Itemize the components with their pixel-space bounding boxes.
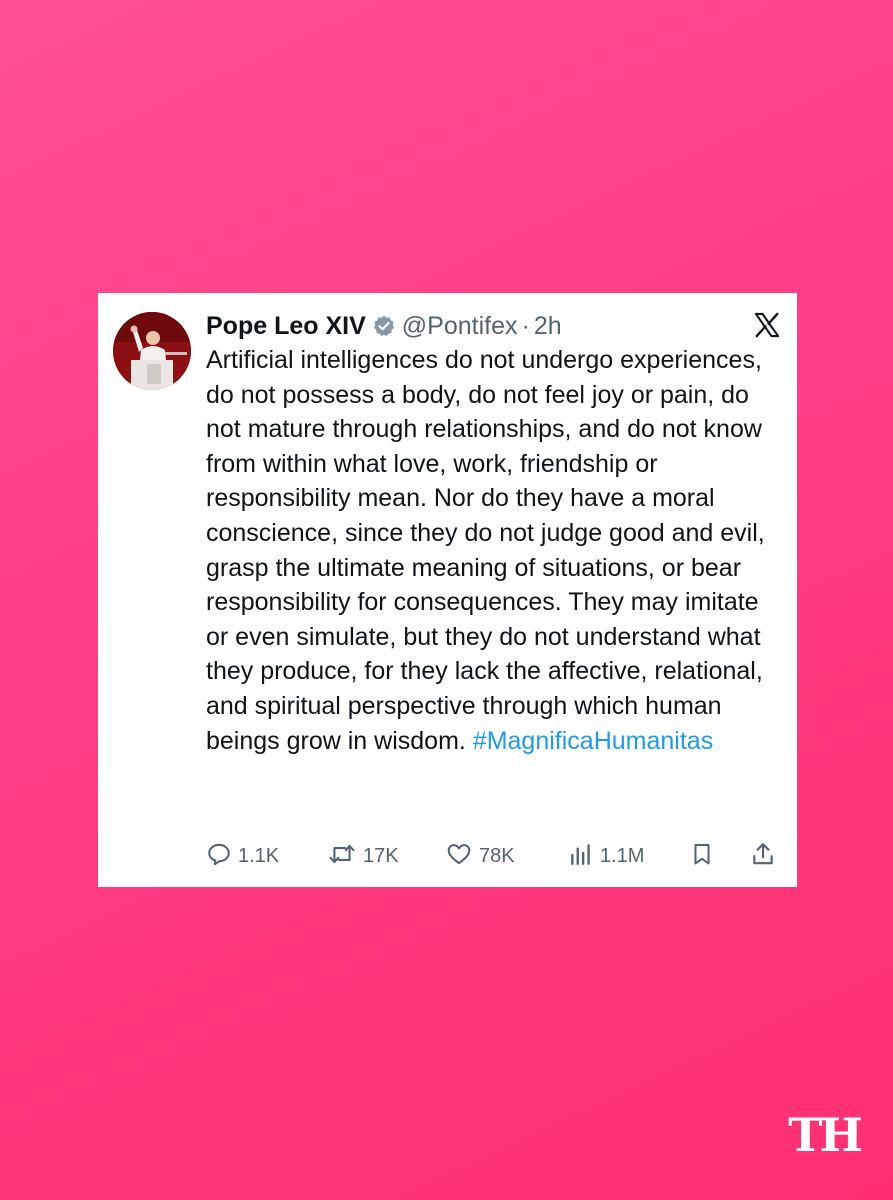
- repost-icon: [327, 841, 357, 872]
- x-logo-icon: [753, 311, 781, 339]
- views-chart-icon: [568, 841, 594, 872]
- reply-count: 1.1K: [238, 844, 280, 867]
- display-name[interactable]: Pope Leo XIV: [206, 312, 366, 341]
- hashtag-link[interactable]: #MagnificaHumanitas: [473, 727, 713, 755]
- like-button[interactable]: 78K: [445, 839, 515, 873]
- reply-icon: [206, 841, 232, 872]
- share-icon: [750, 841, 776, 872]
- bookmark-icon: [690, 841, 714, 872]
- brand-watermark: TH: [788, 1108, 863, 1162]
- user-handle[interactable]: @Pontifex: [402, 312, 518, 341]
- repost-button[interactable]: 17K: [327, 839, 399, 873]
- tweet-actions: 1.1K 17K 78K 1.1M: [206, 839, 784, 873]
- share-button[interactable]: [750, 839, 776, 873]
- avatar-image: [113, 312, 191, 390]
- tweet-header: Pope Leo XIV @Pontifex · 2h: [206, 309, 562, 343]
- tweet-text: Artificial intelligences do not undergo …: [206, 343, 784, 758]
- bookmark-button[interactable]: [690, 839, 714, 873]
- separator-dot: ·: [521, 311, 530, 340]
- verified-badge-icon: [372, 314, 396, 338]
- repost-count: 17K: [363, 844, 399, 867]
- reply-button[interactable]: 1.1K: [206, 839, 279, 873]
- tweet-body: Artificial intelligences do not undergo …: [206, 346, 765, 755]
- views-button[interactable]: 1.1M: [568, 839, 644, 873]
- views-count: 1.1M: [600, 844, 645, 867]
- heart-icon: [445, 841, 473, 872]
- avatar[interactable]: [113, 312, 191, 390]
- timestamp[interactable]: 2h: [534, 312, 562, 341]
- tweet-card: Pope Leo XIV @Pontifex · 2h Artificial i…: [98, 293, 797, 887]
- like-count: 78K: [479, 844, 515, 867]
